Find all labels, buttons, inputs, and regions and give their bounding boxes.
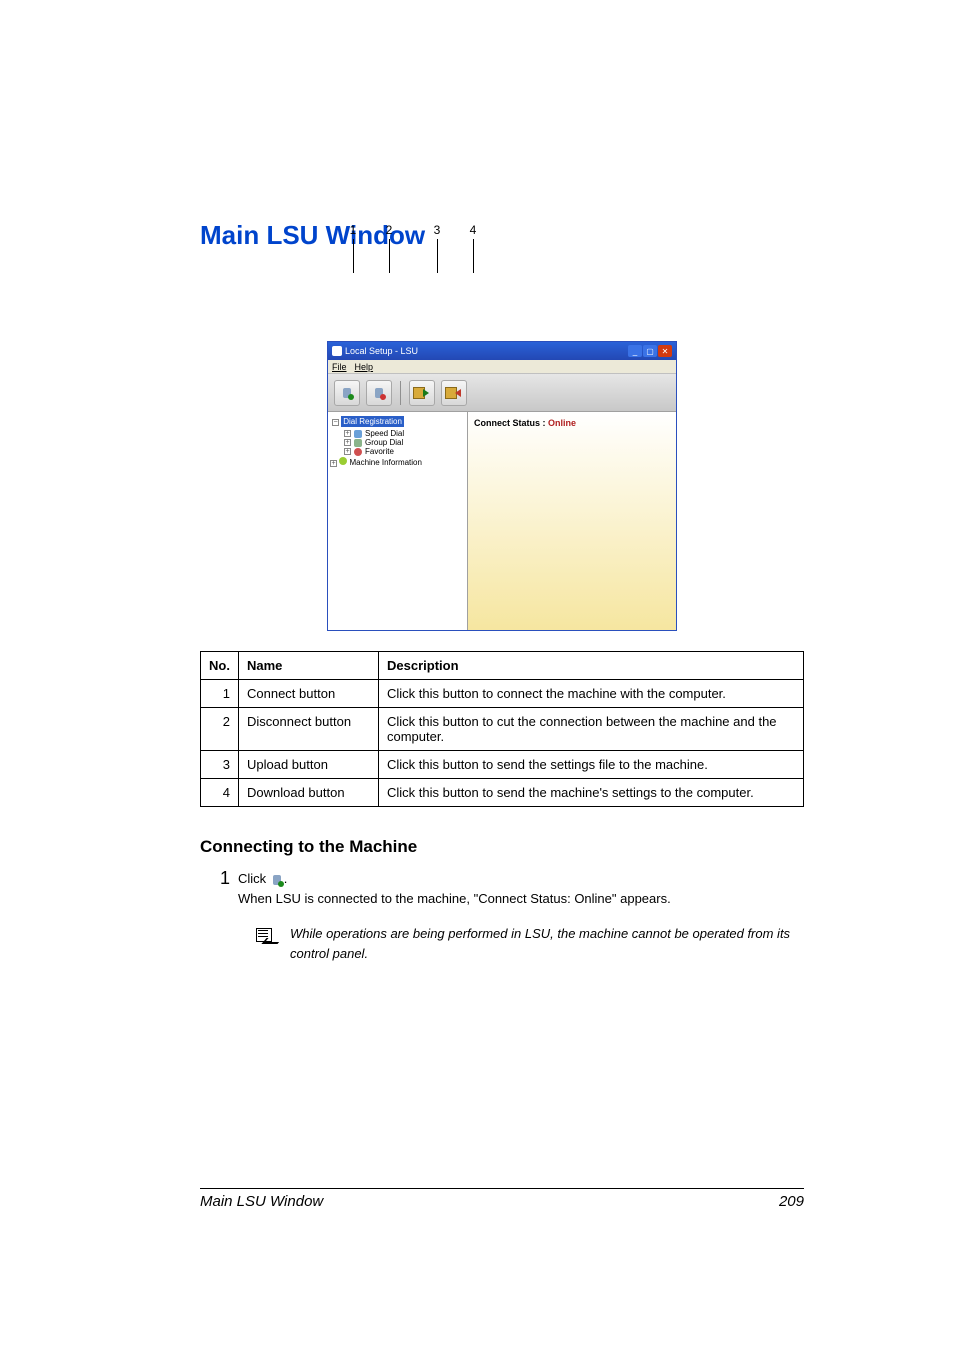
table-row: 2 Disconnect button Click this button to… [201,708,804,751]
tree-item-group[interactable]: + Group Dial [330,438,465,447]
note-icon [256,926,280,944]
menu-help[interactable]: Help [355,362,374,372]
page-footer: Main LSU Window 209 [200,1188,804,1210]
close-button[interactable]: ✕ [658,345,672,357]
button-description-table: No. Name Description 1 Connect button Cl… [200,651,804,807]
note-text: While operations are being performed in … [290,924,804,963]
page-heading: Main LSU Window [200,220,804,251]
td-name: Disconnect button [239,708,379,751]
pointer-3: 3 [427,223,447,273]
machine-icon [339,457,347,465]
pointer-label: 2 [386,223,393,237]
tree-item-label: Speed Dial [365,429,404,438]
disconnect-button[interactable] [366,380,392,406]
tree-item-label: Group Dial [365,438,403,447]
toolbar-separator [400,381,401,405]
tree-item-speed[interactable]: + Speed Dial [330,429,465,438]
lsu-window: Local Setup - LSU _ ▢ ✕ File Help [327,341,677,631]
note: While operations are being performed in … [200,924,804,963]
pointer-label: 4 [470,223,477,237]
pointer-2: 2 [379,223,399,273]
td-name: Upload button [239,751,379,779]
status-value: Online [548,418,576,428]
pointer-label: 3 [434,223,441,237]
status-label: Connect Status : [474,418,548,428]
td-desc: Click this button to cut the connection … [379,708,804,751]
expand-icon[interactable]: + [330,460,337,467]
step-body: Click . When LSU is connected to the mac… [238,869,671,908]
th-no: No. [201,652,239,680]
footer-title: Main LSU Window [200,1193,323,1210]
menubar: File Help [328,360,676,374]
speed-icon [354,430,362,438]
tree-item-label: Favorite [365,447,394,456]
pointer-1: 1 [343,223,363,273]
tree-item-favorite[interactable]: + Favorite [330,447,465,456]
table-header-row: No. Name Description [201,652,804,680]
connect-icon [270,873,284,887]
th-desc: Description [379,652,804,680]
pointer-4: 4 [463,223,483,273]
group-icon [354,439,362,447]
connect-icon [340,386,354,400]
step-description: When LSU is connected to the machine, "C… [238,891,671,906]
toolbar [328,374,676,412]
expand-icon[interactable]: + [344,439,351,446]
expand-icon[interactable]: + [344,448,351,455]
table-row: 3 Upload button Click this button to sen… [201,751,804,779]
tree-pane: − Dial Registration + Speed Dial + Group D… [328,412,468,630]
table-row: 1 Connect button Click this button to co… [201,680,804,708]
pointer-row: 1 2 3 4 [337,223,483,273]
app-icon [332,346,342,356]
upload-icon [413,386,431,400]
diagram-wrap: 1 2 3 4 Local Setup - LSU _ ▢ ✕ [200,281,804,631]
window-title: Local Setup - LSU [345,346,418,356]
td-no: 2 [201,708,239,751]
titlebar: Local Setup - LSU _ ▢ ✕ [328,342,676,360]
favorite-icon [354,448,362,456]
expand-icon[interactable]: + [344,430,351,437]
td-name: Download button [239,779,379,807]
menu-file[interactable]: File [332,362,347,372]
minimize-button[interactable]: _ [628,345,642,357]
td-no: 3 [201,751,239,779]
disconnect-icon [372,386,386,400]
step-click-text: Click [238,871,270,886]
td-name: Connect button [239,680,379,708]
footer-page-number: 209 [779,1193,804,1210]
td-no: 4 [201,779,239,807]
step-period: . [284,871,288,886]
td-desc: Click this button to send the machine's … [379,779,804,807]
table-row: 4 Download button Click this button to s… [201,779,804,807]
download-button[interactable] [441,380,467,406]
pointer-label: 1 [350,223,357,237]
td-no: 1 [201,680,239,708]
tree-item-machine[interactable]: Machine Information [349,458,421,467]
status-text: Connect Status : Online [474,418,670,428]
step-number: 1 [220,869,230,887]
td-desc: Click this button to send the settings f… [379,751,804,779]
upload-button[interactable] [409,380,435,406]
collapse-icon[interactable]: − [332,419,339,426]
maximize-button[interactable]: ▢ [643,345,657,357]
connect-button[interactable] [334,380,360,406]
download-icon [445,386,463,400]
th-name: Name [239,652,379,680]
td-desc: Click this button to connect the machine… [379,680,804,708]
step-1: 1 Click . When LSU is connected to the m… [200,869,804,908]
subheading: Connecting to the Machine [200,837,804,857]
content-pane: Connect Status : Online [468,412,676,630]
tree-root[interactable]: Dial Registration [341,416,404,427]
